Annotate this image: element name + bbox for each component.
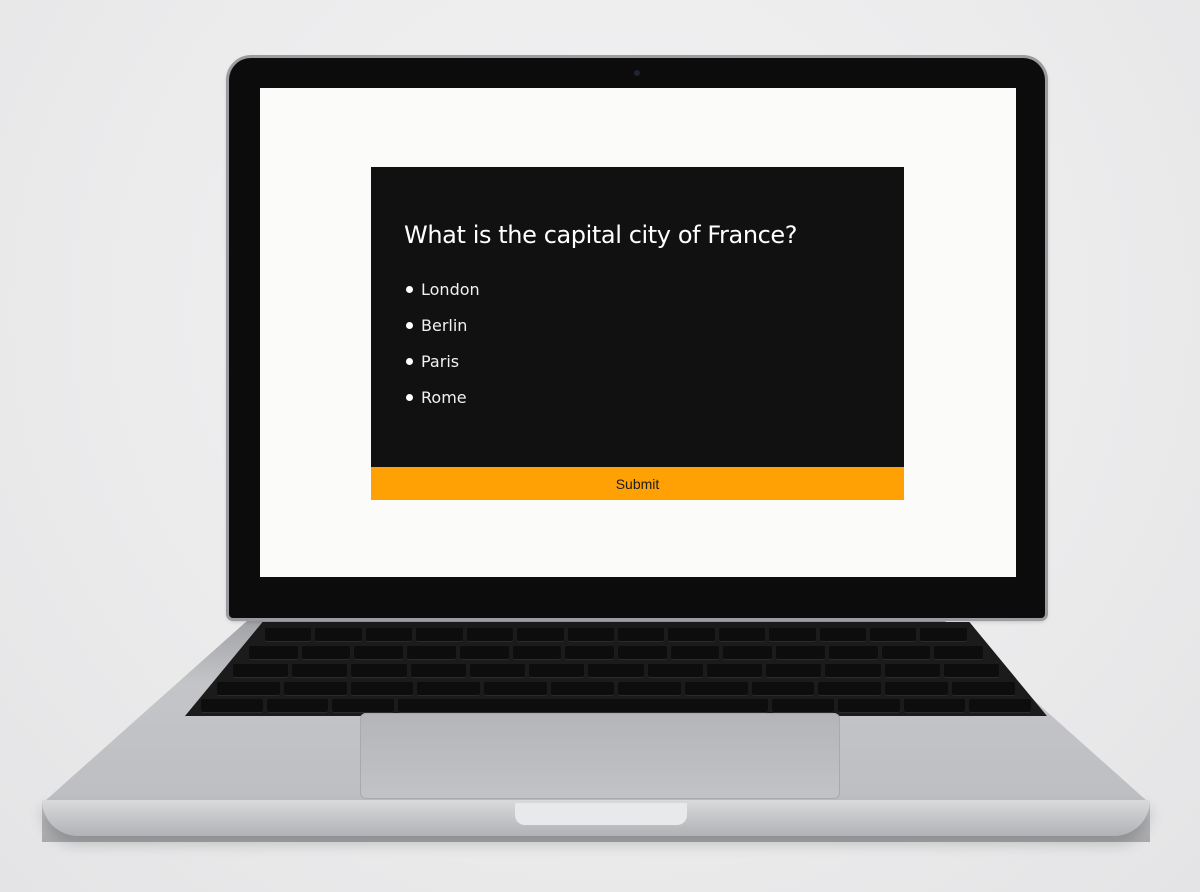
quiz-card: What is the capital city of France? Lond… <box>371 167 904 500</box>
quiz-option-label: Berlin <box>421 315 468 335</box>
quiz-option-label: Paris <box>421 351 460 371</box>
camera-icon <box>634 70 640 76</box>
quiz-question: What is the capital city of France? <box>404 221 798 249</box>
bullet-icon <box>406 393 413 401</box>
quiz-option-london[interactable]: London <box>406 271 480 307</box>
laptop-keyboard <box>185 622 1047 716</box>
bullet-icon <box>406 321 413 329</box>
submit-button[interactable]: Submit <box>371 467 904 500</box>
bullet-icon <box>406 357 413 365</box>
quiz-option-rome[interactable]: Rome <box>406 379 480 415</box>
laptop-screen: What is the capital city of France? Lond… <box>260 88 1016 577</box>
trackpad <box>360 713 840 799</box>
quiz-option-paris[interactable]: Paris <box>406 343 480 379</box>
quiz-options: London Berlin Paris Rome <box>406 271 480 415</box>
laptop-opening-notch <box>515 803 687 825</box>
bullet-icon <box>406 285 413 293</box>
quiz-option-label: London <box>421 279 480 299</box>
laptop-lid: What is the capital city of France? Lond… <box>229 58 1045 618</box>
quiz-option-berlin[interactable]: Berlin <box>406 307 480 343</box>
quiz-option-label: Rome <box>421 387 467 407</box>
